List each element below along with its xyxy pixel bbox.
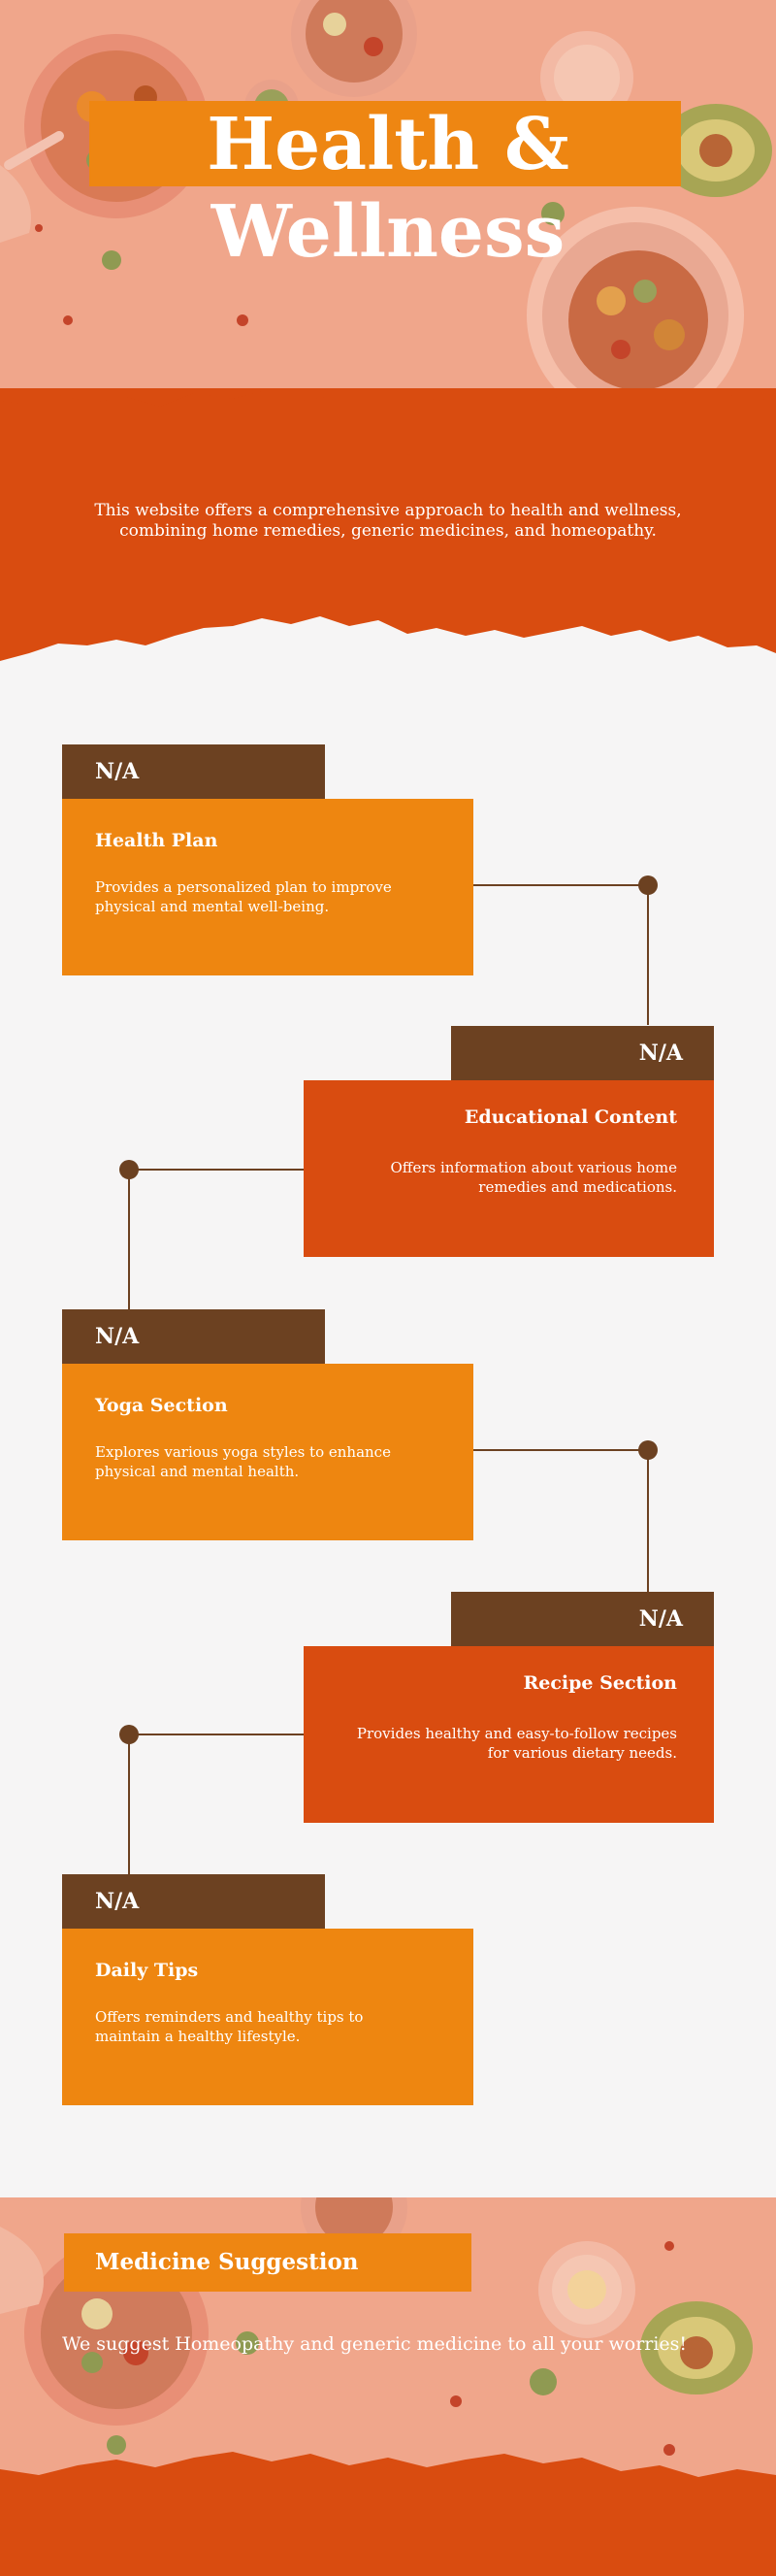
feature-card-health-plan: Health Plan Provides a personalized plan…: [62, 799, 473, 975]
connector-line: [647, 1450, 649, 1592]
site-description: This website offers a comprehensive appr…: [78, 501, 698, 542]
connector-line: [128, 1170, 130, 1310]
description-line-1: This website offers a comprehensive appr…: [94, 501, 682, 520]
connector-line: [129, 1169, 304, 1171]
feature-tag: N/A: [451, 1592, 714, 1646]
feature-tag: N/A: [62, 1309, 325, 1364]
feature-description-line-2: remedies and medications.: [478, 1178, 677, 1196]
footer-title: Medicine Suggestion: [95, 2249, 359, 2275]
torn-edge-top: [0, 391, 776, 422]
description-line-2: combining home remedies, generic medicin…: [119, 521, 657, 541]
feature-title: Daily Tips: [95, 1960, 199, 1981]
connector-line: [129, 1734, 304, 1735]
feature-description-line-2: for various dietary needs.: [487, 1744, 677, 1762]
feature-title: Yoga Section: [95, 1395, 228, 1416]
torn-edge-bottom: [0, 616, 776, 679]
feature-card-yoga-section: Yoga Section Explores various yoga style…: [62, 1364, 473, 1540]
feature-card-daily-tips: Daily Tips Offers reminders and healthy …: [62, 1929, 473, 2105]
feature-tag: N/A: [62, 1874, 325, 1929]
feature-title: Health Plan: [95, 830, 218, 851]
feature-description-line-1: Offers information about various home: [390, 1159, 678, 1176]
feature-description-line-1: Provides healthy and easy-to-follow reci…: [356, 1725, 677, 1742]
feature-title: Educational Content: [464, 1106, 677, 1128]
title-line-2: Wellness: [210, 190, 566, 274]
feature-description-line-2: maintain a healthy lifestyle.: [95, 2028, 301, 2045]
connector-line: [473, 1449, 648, 1451]
feature-description-line-1: Provides a personalized plan to improve: [95, 878, 392, 896]
page-title: Health & Wellness: [0, 101, 776, 276]
connector-line: [473, 884, 648, 886]
feature-description-line-1: Explores various yoga styles to enhance: [95, 1443, 391, 1461]
feature-tag: N/A: [451, 1026, 714, 1080]
connector-line: [647, 885, 649, 1025]
title-line-1: Health &: [207, 103, 569, 186]
feature-title: Recipe Section: [523, 1672, 677, 1694]
feature-tag: N/A: [62, 744, 325, 799]
feature-description-line-1: Offers reminders and healthy tips to: [95, 2008, 364, 2026]
feature-description-line-2: physical and mental health.: [95, 1463, 300, 1480]
connector-line: [128, 1734, 130, 1875]
footer-text: We suggest Homeopathy and generic medici…: [62, 2333, 688, 2355]
feature-card-recipe-section: Recipe Section Provides healthy and easy…: [304, 1646, 714, 1823]
feature-description-line-2: physical and mental well-being.: [95, 898, 330, 915]
feature-card-educational-content: Educational Content Offers information a…: [304, 1080, 714, 1257]
